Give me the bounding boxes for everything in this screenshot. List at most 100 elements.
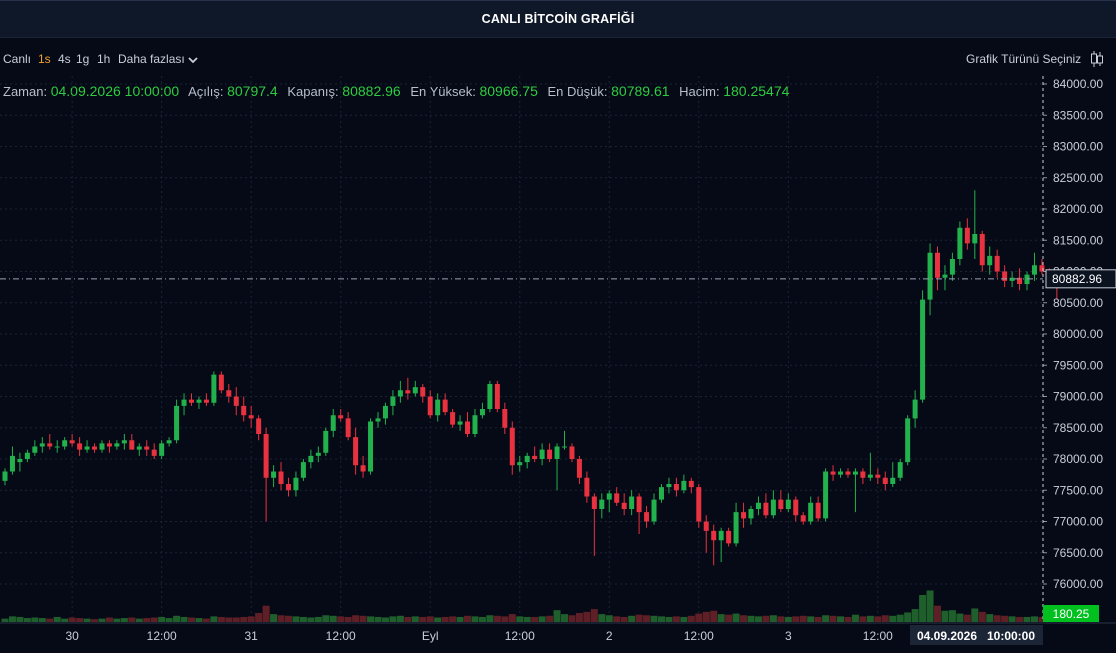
time-value: 04.09.2026 10:00:00	[50, 83, 180, 99]
candle-body	[539, 449, 545, 459]
candle-body	[823, 471, 829, 519]
x-tick-label: 12:00	[326, 629, 356, 643]
volume-value: 180.25474	[723, 83, 790, 99]
volume-bar	[38, 618, 46, 622]
candle-body	[927, 252, 933, 300]
volume-bar	[1030, 616, 1038, 622]
candle-body	[114, 443, 120, 447]
y-tick-label: 81500.00	[1053, 233, 1103, 247]
candle-body	[517, 462, 523, 466]
candle-body	[271, 471, 277, 478]
volume-bar	[844, 616, 852, 622]
candle-body	[502, 409, 508, 428]
candle-body	[368, 421, 374, 472]
interval-1g-button[interactable]: 1g	[76, 48, 89, 70]
volume-bar	[635, 614, 643, 622]
volume-bar	[919, 594, 927, 622]
candle-body	[614, 493, 620, 503]
x-tick-label: 30	[65, 629, 79, 643]
volume-bar	[889, 615, 897, 622]
more-intervals-dropdown[interactable]: Daha fazlası	[118, 48, 198, 70]
candle-body	[241, 405, 247, 416]
volume-bar	[687, 615, 695, 622]
volume-bar	[725, 614, 733, 622]
candle-body	[472, 415, 478, 434]
volume-bar	[53, 616, 61, 622]
interval-1s-button[interactable]: 1s	[38, 48, 51, 70]
y-tick-label: 77000.00	[1053, 515, 1103, 529]
candle-body	[181, 399, 187, 406]
candle-body	[711, 530, 717, 541]
candle-body	[54, 446, 60, 448]
volume-bar	[777, 616, 785, 622]
x-tick-label: 2	[606, 629, 613, 643]
candle-body	[1002, 271, 1008, 281]
volume-bar	[874, 616, 882, 622]
volume-bar	[374, 616, 382, 622]
y-tick-label: 83000.00	[1053, 140, 1103, 154]
volume-bar	[628, 615, 636, 622]
volume-bar	[158, 616, 166, 622]
volume-bar	[613, 616, 621, 622]
candle-body	[703, 521, 709, 531]
y-tick-label: 77500.00	[1053, 483, 1103, 497]
candle-body	[994, 255, 1000, 272]
volume-bar	[434, 617, 442, 622]
volume-bar	[799, 615, 807, 622]
low-value: 80789.61	[611, 83, 670, 99]
interval-4s-button[interactable]: 4s	[58, 48, 71, 70]
volume-bar	[814, 616, 822, 622]
candle-body	[815, 502, 821, 519]
live-button[interactable]: Canlı	[3, 48, 31, 70]
x-tick-label: 12:00	[863, 629, 893, 643]
candle-body	[905, 418, 911, 463]
candle-body	[584, 477, 590, 497]
volume-bar	[1001, 615, 1009, 622]
candle-body	[681, 480, 687, 491]
volume-bar	[680, 616, 688, 622]
candle-body	[293, 477, 299, 491]
candle-body	[524, 455, 530, 463]
volume-bar	[851, 614, 859, 622]
candle-body	[867, 474, 873, 478]
crosshair-time: 10:00:00	[987, 629, 1035, 643]
volume-bar	[456, 616, 464, 622]
volume-bar	[426, 616, 434, 622]
candle-body	[688, 480, 694, 488]
candlestick-icon[interactable]	[1090, 50, 1104, 68]
chart-type-select[interactable]: Grafik Türünü Seçiniz	[966, 48, 1081, 70]
crosshair-date: 04.09.2026	[917, 629, 977, 643]
candle-body	[733, 512, 739, 544]
last-price-tag: 80882.96	[1052, 272, 1102, 286]
candle-body	[1061, 278, 1067, 285]
candle-body	[726, 530, 732, 544]
y-tick-label: 79500.00	[1053, 358, 1103, 372]
volume-bar	[911, 609, 919, 622]
candle-body	[509, 427, 515, 466]
volume-bar	[1016, 616, 1024, 622]
volume-bar	[91, 619, 99, 622]
candle-body	[1054, 274, 1060, 284]
x-tick-label: Eyl	[422, 629, 439, 643]
candle-body	[591, 496, 597, 509]
volume-bar	[202, 618, 210, 622]
candle-body	[435, 399, 441, 416]
volume-bar	[605, 615, 613, 622]
candle-body	[763, 502, 769, 516]
volume-bar	[411, 616, 419, 622]
volume-bar	[829, 615, 837, 622]
volume-bar	[419, 616, 427, 622]
candle-body	[233, 396, 239, 406]
candle-body	[345, 418, 351, 438]
candle-body	[442, 399, 448, 413]
candle-body	[300, 462, 306, 478]
candle-body	[644, 512, 650, 522]
interval-1h-button[interactable]: 1h	[97, 48, 110, 70]
candle-body	[987, 255, 993, 266]
volume-bar	[754, 616, 762, 622]
candle-body	[375, 418, 381, 422]
candle-body	[2, 471, 8, 481]
volume-bar	[531, 616, 539, 622]
candle-body	[629, 496, 635, 509]
candle-body	[696, 487, 702, 522]
